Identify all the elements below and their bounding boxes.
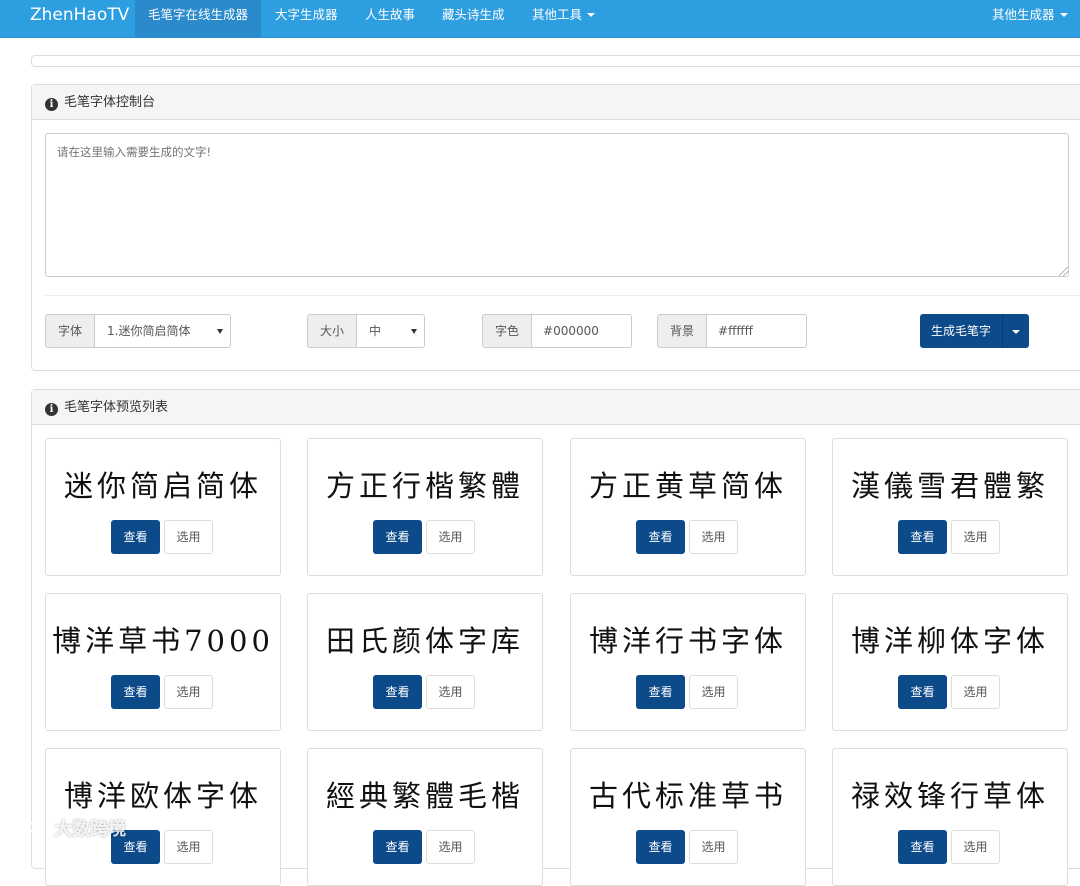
font-select-value: 1.迷你简启简体: [107, 324, 191, 338]
select-font-button[interactable]: 选用: [164, 830, 213, 864]
nav-item-big-text[interactable]: 大字生成器: [262, 0, 351, 38]
view-button[interactable]: 查看: [111, 520, 160, 554]
view-button[interactable]: 查看: [636, 520, 685, 554]
font-sample-text: 方正黄草简体: [588, 469, 787, 503]
font-card: 方正行楷繁體查看 选用: [307, 438, 543, 576]
font-card: 博洋行书字体查看 选用: [570, 593, 806, 731]
font-select-group: 字体 1.迷你简启简体: [45, 314, 232, 348]
view-button[interactable]: 查看: [373, 675, 422, 709]
view-button[interactable]: 查看: [898, 520, 947, 554]
font-sample-text: 田氏颜体字库: [325, 624, 524, 658]
watermark-text: 大数跨境: [54, 819, 127, 840]
empty-panel-strip: [31, 55, 1080, 67]
text-input-area[interactable]: [45, 133, 1069, 277]
font-sample-text: 博洋柳体字体: [850, 624, 1049, 658]
view-button[interactable]: 查看: [373, 520, 422, 554]
control-panel-title: 毛笔字体控制台: [64, 95, 156, 110]
text-color-field[interactable]: #000000: [532, 314, 633, 348]
font-sample-text: 漢儀雪君體繁: [850, 469, 1049, 503]
font-card: 禄效锋行草体查看 选用: [832, 748, 1068, 886]
view-button[interactable]: 查看: [898, 830, 947, 864]
watermark: 大数跨境: [8, 815, 126, 845]
font-sample-text: 博洋欧体字体: [63, 779, 262, 813]
chevron-down-icon: [1012, 330, 1021, 334]
font-preview-panel-title: 毛笔字体预览列表: [64, 400, 169, 415]
font-card: 方正黄草简体查看 选用: [570, 438, 806, 576]
font-card: 漢儀雪君體繁查看 选用: [832, 438, 1068, 576]
text-color-group: 字色 #000000: [482, 314, 633, 348]
font-sample-text: 博洋草书7000: [52, 624, 274, 658]
nav-item-other-generators-label: 其他生成器: [992, 7, 1055, 22]
select-font-button[interactable]: 选用: [951, 830, 1000, 864]
background-color-label: 背景: [657, 314, 708, 348]
info-icon: i: [45, 98, 58, 111]
font-sample-text: 博洋行书字体: [588, 624, 787, 658]
select-font-button[interactable]: 选用: [164, 520, 213, 554]
select-font-button[interactable]: 选用: [951, 675, 1000, 709]
chevron-down-icon: [1059, 12, 1068, 17]
dropdown-arrow-icon: [217, 329, 224, 334]
generate-dropdown-toggle[interactable]: [1003, 314, 1030, 348]
font-label: 字体: [45, 314, 96, 348]
divider: [45, 295, 1080, 296]
control-panel: i 毛笔字体控制台 字体 1.迷你简启简体 大小 中 字色 #000000 背景 …: [31, 84, 1080, 371]
font-preview-panel: i 毛笔字体预览列表 迷你简启简体 查看 选用 方正行楷繁體 查看 选用 方正黄草简体 查看 选用…: [31, 389, 1080, 886]
dropdown-arrow-icon: [411, 329, 418, 334]
nav-item-other-tools-label: 其他工具: [532, 7, 583, 22]
font-card: 經典繁體毛楷查看 选用: [307, 748, 543, 886]
top-navbar: ZhenHaoTV 毛笔字在线生成器 大字生成器 人生故事 藏头诗生成 其他工具…: [0, 0, 1080, 38]
nav-item-other-tools[interactable]: 其他工具: [519, 0, 608, 38]
text-color-label: 字色: [482, 314, 533, 348]
select-font-button[interactable]: 选用: [689, 520, 738, 554]
resize-grip-icon[interactable]: [1059, 267, 1068, 276]
font-card: 博洋柳体字体查看 选用: [832, 593, 1068, 731]
font-select[interactable]: 1.迷你简启简体: [95, 314, 232, 348]
font-card: 博洋草书7000 查看 选用: [45, 593, 281, 731]
nav-item-life-story[interactable]: 人生故事: [352, 0, 428, 38]
select-font-button[interactable]: 选用: [164, 675, 213, 709]
font-card: 迷你简启简体查看 选用: [45, 438, 281, 576]
font-sample-text: 經典繁體毛楷: [325, 779, 524, 813]
view-button[interactable]: 查看: [373, 830, 422, 864]
font-card: 田氏颜体字库查看 选用: [307, 593, 543, 731]
select-font-button[interactable]: 选用: [426, 520, 475, 554]
size-select-group: 大小 中: [307, 314, 426, 348]
font-sample-text: 古代标准草书: [588, 779, 787, 813]
control-panel-heading: i 毛笔字体控制台: [32, 85, 1080, 120]
size-select[interactable]: 中: [357, 314, 426, 348]
view-button[interactable]: 查看: [111, 675, 160, 709]
view-button[interactable]: 查看: [636, 675, 685, 709]
background-color-group: 背景 #ffffff: [657, 314, 808, 348]
view-button[interactable]: 查看: [636, 830, 685, 864]
nav-item-acrostic-poem[interactable]: 藏头诗生成: [429, 0, 518, 38]
chevron-down-icon: [587, 12, 596, 17]
size-select-value: 中: [369, 324, 382, 338]
view-button[interactable]: 查看: [898, 675, 947, 709]
font-sample-text: 方正行楷繁體: [325, 469, 524, 503]
font-sample-text: 迷你简启简体: [63, 469, 262, 503]
select-font-button[interactable]: 选用: [426, 830, 475, 864]
select-font-button[interactable]: 选用: [689, 830, 738, 864]
font-preview-panel-heading: i 毛笔字体预览列表: [32, 390, 1080, 425]
background-color-field[interactable]: #ffffff: [707, 314, 808, 348]
select-font-button[interactable]: 选用: [689, 675, 738, 709]
select-font-button[interactable]: 选用: [426, 675, 475, 709]
nav-item-other-generators[interactable]: 其他生成器: [979, 0, 1080, 38]
watermark-logo-icon: [10, 821, 46, 839]
info-icon: i: [45, 403, 58, 416]
generate-button-group: 生成毛笔字: [920, 314, 1030, 348]
font-card: 古代标准草书查看 选用: [570, 748, 806, 886]
brand-logo[interactable]: ZhenHaoTV: [30, 0, 129, 38]
nav-item-brush-generator[interactable]: 毛笔字在线生成器: [135, 0, 262, 38]
generate-button[interactable]: 生成毛笔字: [920, 314, 1004, 348]
font-sample-text: 禄效锋行草体: [850, 779, 1049, 813]
size-label: 大小: [307, 314, 358, 348]
select-font-button[interactable]: 选用: [951, 520, 1000, 554]
